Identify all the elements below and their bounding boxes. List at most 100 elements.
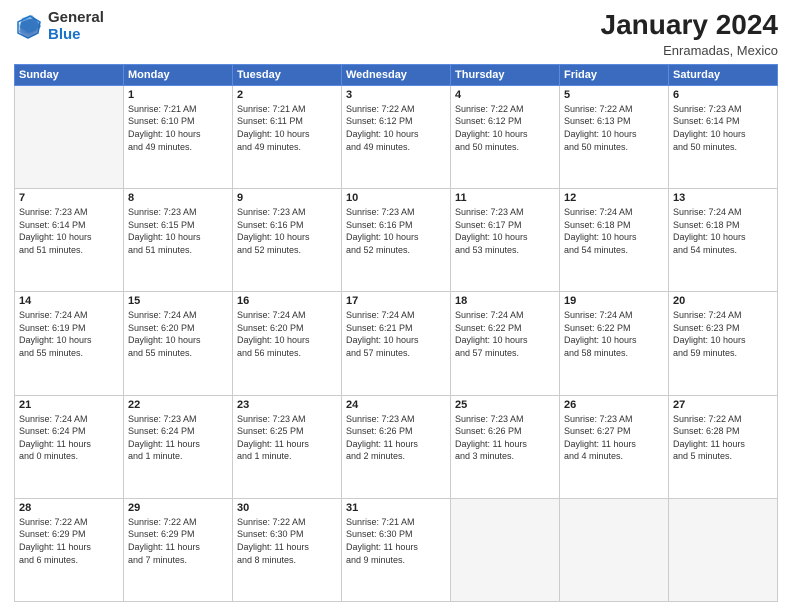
col-friday: Friday: [560, 64, 669, 85]
day-info: Sunrise: 7:22 AM Sunset: 6:29 PM Dayligh…: [128, 516, 228, 566]
calendar-cell: 18 Sunrise: 7:24 AM Sunset: 6:22 PM Dayli…: [451, 292, 560, 395]
day-info: Sunrise: 7:22 AM Sunset: 6:29 PM Dayligh…: [19, 516, 119, 566]
logo-general-text: General: [48, 10, 104, 27]
day-info: Sunrise: 7:23 AM Sunset: 6:15 PM Dayligh…: [128, 206, 228, 256]
day-info: Sunrise: 7:21 AM Sunset: 6:30 PM Dayligh…: [346, 516, 446, 566]
col-monday: Monday: [124, 64, 233, 85]
day-number: 16: [237, 295, 337, 307]
calendar-cell: 10 Sunrise: 7:23 AM Sunset: 6:16 PM Dayli…: [342, 189, 451, 292]
calendar-cell: [15, 85, 124, 188]
day-number: 27: [673, 399, 773, 411]
logo: General Blue: [14, 10, 104, 43]
location-subtitle: Enramadas, Mexico: [601, 43, 778, 58]
calendar-cell: 22 Sunrise: 7:23 AM Sunset: 6:24 PM Dayli…: [124, 395, 233, 498]
day-number: 13: [673, 192, 773, 204]
day-number: 19: [564, 295, 664, 307]
col-sunday: Sunday: [15, 64, 124, 85]
calendar-cell: [560, 498, 669, 601]
day-info: Sunrise: 7:24 AM Sunset: 6:23 PM Dayligh…: [673, 309, 773, 359]
day-number: 18: [455, 295, 555, 307]
day-number: 15: [128, 295, 228, 307]
day-info: Sunrise: 7:24 AM Sunset: 6:22 PM Dayligh…: [455, 309, 555, 359]
day-number: 14: [19, 295, 119, 307]
calendar-cell: 20Sunrise: 7:24 AM Sunset: 6:23 PM Dayli…: [669, 292, 778, 395]
day-info: Sunrise: 7:24 AM Sunset: 6:18 PM Dayligh…: [564, 206, 664, 256]
calendar-week-row-1: 1Sunrise: 7:21 AM Sunset: 6:10 PM Daylig…: [15, 85, 778, 188]
calendar-cell: 5Sunrise: 7:22 AM Sunset: 6:13 PM Daylig…: [560, 85, 669, 188]
calendar-cell: 23Sunrise: 7:23 AM Sunset: 6:25 PM Dayli…: [233, 395, 342, 498]
day-info: Sunrise: 7:24 AM Sunset: 6:20 PM Dayligh…: [128, 309, 228, 359]
day-info: Sunrise: 7:24 AM Sunset: 6:24 PM Dayligh…: [19, 413, 119, 463]
calendar-cell: 26Sunrise: 7:23 AM Sunset: 6:27 PM Dayli…: [560, 395, 669, 498]
calendar-cell: [669, 498, 778, 601]
day-number: 25: [455, 399, 555, 411]
day-info: Sunrise: 7:24 AM Sunset: 6:22 PM Dayligh…: [564, 309, 664, 359]
day-number: 10: [346, 192, 446, 204]
calendar-week-row-4: 21 Sunrise: 7:24 AM Sunset: 6:24 PM Dayli…: [15, 395, 778, 498]
calendar-cell: [451, 498, 560, 601]
day-info: Sunrise: 7:24 AM Sunset: 6:21 PM Dayligh…: [346, 309, 446, 359]
calendar-cell: 6Sunrise: 7:23 AM Sunset: 6:14 PM Daylig…: [669, 85, 778, 188]
day-number: 5: [564, 89, 664, 101]
day-number: 1: [128, 89, 228, 101]
day-info: Sunrise: 7:23 AM Sunset: 6:16 PM Dayligh…: [237, 206, 337, 256]
day-info: Sunrise: 7:22 AM Sunset: 6:12 PM Dayligh…: [455, 103, 555, 153]
calendar-cell: 31Sunrise: 7:21 AM Sunset: 6:30 PM Dayli…: [342, 498, 451, 601]
calendar-cell: 13 Sunrise: 7:24 AM Sunset: 6:18 PM Dayli…: [669, 189, 778, 292]
calendar-cell: 19 Sunrise: 7:24 AM Sunset: 6:22 PM Dayli…: [560, 292, 669, 395]
day-info: Sunrise: 7:24 AM Sunset: 6:20 PM Dayligh…: [237, 309, 337, 359]
calendar-cell: 7Sunrise: 7:23 AM Sunset: 6:14 PM Daylig…: [15, 189, 124, 292]
calendar-table: Sunday Monday Tuesday Wednesday Thursday…: [14, 64, 778, 602]
day-info: Sunrise: 7:24 AM Sunset: 6:18 PM Dayligh…: [673, 206, 773, 256]
calendar-week-row-2: 7Sunrise: 7:23 AM Sunset: 6:14 PM Daylig…: [15, 189, 778, 292]
calendar-cell: 12 Sunrise: 7:24 AM Sunset: 6:18 PM Dayli…: [560, 189, 669, 292]
calendar-cell: 29 Sunrise: 7:22 AM Sunset: 6:29 PM Dayli…: [124, 498, 233, 601]
title-block: January 2024 Enramadas, Mexico: [601, 10, 778, 58]
calendar-cell: 2 Sunrise: 7:21 AM Sunset: 6:11 PM Daylig…: [233, 85, 342, 188]
day-number: 3: [346, 89, 446, 101]
day-info: Sunrise: 7:24 AM Sunset: 6:19 PM Dayligh…: [19, 309, 119, 359]
day-number: 21: [19, 399, 119, 411]
day-number: 26: [564, 399, 664, 411]
col-thursday: Thursday: [451, 64, 560, 85]
logo-blue-text: Blue: [48, 27, 104, 44]
month-title: January 2024: [601, 10, 778, 41]
day-number: 17: [346, 295, 446, 307]
calendar-week-row-3: 14 Sunrise: 7:24 AM Sunset: 6:19 PM Dayli…: [15, 292, 778, 395]
calendar-cell: 4 Sunrise: 7:22 AM Sunset: 6:12 PM Daylig…: [451, 85, 560, 188]
header: General Blue January 2024 Enramadas, Mex…: [14, 10, 778, 58]
col-saturday: Saturday: [669, 64, 778, 85]
calendar-cell: 14 Sunrise: 7:24 AM Sunset: 6:19 PM Dayli…: [15, 292, 124, 395]
day-number: 4: [455, 89, 555, 101]
day-info: Sunrise: 7:23 AM Sunset: 6:24 PM Dayligh…: [128, 413, 228, 463]
calendar-week-row-5: 28Sunrise: 7:22 AM Sunset: 6:29 PM Dayli…: [15, 498, 778, 601]
day-number: 23: [237, 399, 337, 411]
calendar-header-row: Sunday Monday Tuesday Wednesday Thursday…: [15, 64, 778, 85]
day-number: 9: [237, 192, 337, 204]
calendar-cell: 30Sunrise: 7:22 AM Sunset: 6:30 PM Dayli…: [233, 498, 342, 601]
day-number: 12: [564, 192, 664, 204]
day-info: Sunrise: 7:21 AM Sunset: 6:11 PM Dayligh…: [237, 103, 337, 153]
day-info: Sunrise: 7:23 AM Sunset: 6:17 PM Dayligh…: [455, 206, 555, 256]
day-info: Sunrise: 7:23 AM Sunset: 6:26 PM Dayligh…: [455, 413, 555, 463]
calendar-cell: 28Sunrise: 7:22 AM Sunset: 6:29 PM Dayli…: [15, 498, 124, 601]
day-number: 8: [128, 192, 228, 204]
calendar-cell: 1Sunrise: 7:21 AM Sunset: 6:10 PM Daylig…: [124, 85, 233, 188]
calendar-cell: 24 Sunrise: 7:23 AM Sunset: 6:26 PM Dayli…: [342, 395, 451, 498]
day-number: 2: [237, 89, 337, 101]
day-info: Sunrise: 7:23 AM Sunset: 6:26 PM Dayligh…: [346, 413, 446, 463]
calendar-cell: 21 Sunrise: 7:24 AM Sunset: 6:24 PM Dayli…: [15, 395, 124, 498]
day-info: Sunrise: 7:23 AM Sunset: 6:16 PM Dayligh…: [346, 206, 446, 256]
page: General Blue January 2024 Enramadas, Mex…: [0, 0, 792, 612]
day-info: Sunrise: 7:22 AM Sunset: 6:12 PM Dayligh…: [346, 103, 446, 153]
calendar-cell: 25 Sunrise: 7:23 AM Sunset: 6:26 PM Dayli…: [451, 395, 560, 498]
col-wednesday: Wednesday: [342, 64, 451, 85]
day-number: 22: [128, 399, 228, 411]
day-number: 7: [19, 192, 119, 204]
calendar-cell: 9 Sunrise: 7:23 AM Sunset: 6:16 PM Daylig…: [233, 189, 342, 292]
day-number: 29: [128, 502, 228, 514]
day-number: 24: [346, 399, 446, 411]
calendar-cell: 11Sunrise: 7:23 AM Sunset: 6:17 PM Dayli…: [451, 189, 560, 292]
calendar-cell: 15 Sunrise: 7:24 AM Sunset: 6:20 PM Dayli…: [124, 292, 233, 395]
day-info: Sunrise: 7:22 AM Sunset: 6:30 PM Dayligh…: [237, 516, 337, 566]
